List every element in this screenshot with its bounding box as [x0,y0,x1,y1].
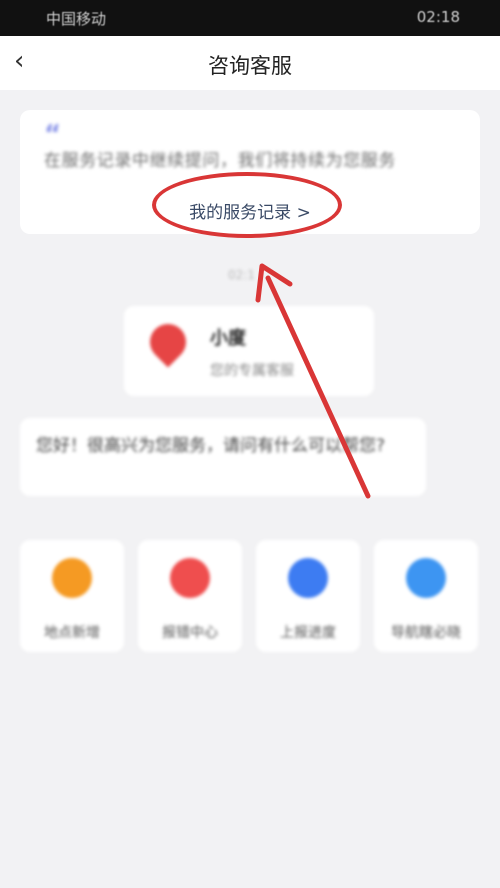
annotation-arrow [255,263,371,499]
